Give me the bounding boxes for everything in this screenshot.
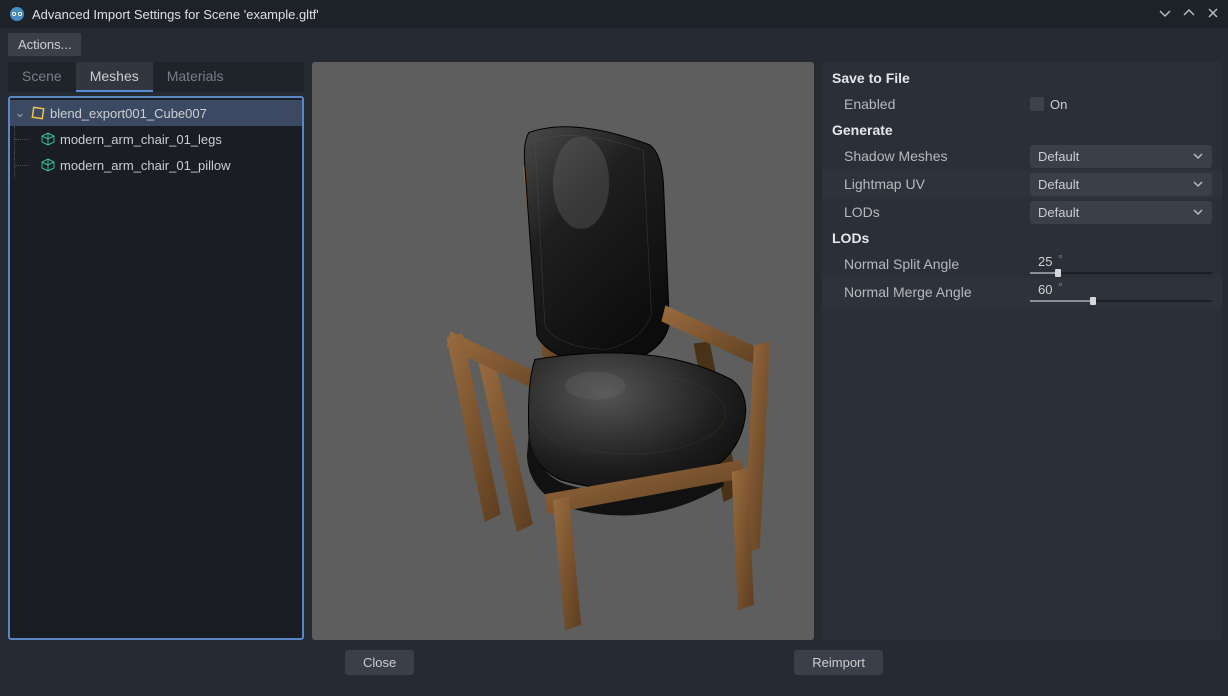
preview-chair: [312, 62, 814, 640]
close-icon[interactable]: [1206, 6, 1220, 23]
minimize-icon[interactable]: [1158, 6, 1172, 23]
enabled-value: On: [1050, 97, 1067, 112]
mesh-tree[interactable]: ⌄ blend_export001_Cube007 modern_arm_cha…: [8, 96, 304, 640]
app-logo-icon: [8, 5, 26, 23]
tab-scene[interactable]: Scene: [8, 62, 76, 92]
tab-materials[interactable]: Materials: [153, 62, 238, 92]
chevron-down-icon: [1192, 178, 1204, 190]
mesh-plane-icon: [30, 105, 46, 121]
tree-label: modern_arm_chair_01_pillow: [60, 158, 231, 173]
section-save-to-file: Save to File: [822, 66, 1222, 90]
tree-row-child[interactable]: modern_arm_chair_01_pillow: [10, 152, 302, 178]
mesh-cube-icon: [40, 157, 56, 173]
prop-normal-split: Normal Split Angle 25 °: [822, 250, 1222, 278]
mesh-cube-icon: [40, 131, 56, 147]
panel-tabs: Scene Meshes Materials: [8, 62, 304, 92]
prop-enabled: Enabled On: [822, 90, 1222, 118]
close-button[interactable]: Close: [345, 650, 414, 675]
tree-row-child[interactable]: modern_arm_chair_01_legs: [10, 126, 302, 152]
actions-button[interactable]: Actions...: [8, 33, 81, 56]
tree-label: blend_export001_Cube007: [50, 106, 207, 121]
section-lods: LODs: [822, 226, 1222, 250]
dialog-footer: Close Reimport: [0, 642, 1228, 696]
3d-viewport[interactable]: [312, 62, 814, 640]
tab-meshes[interactable]: Meshes: [76, 62, 153, 92]
maximize-icon[interactable]: [1182, 6, 1196, 23]
toolbar: Actions...: [0, 28, 1228, 60]
enabled-checkbox[interactable]: [1030, 97, 1044, 111]
prop-lods-gen: LODs Default: [822, 198, 1222, 226]
prop-shadow-meshes: Shadow Meshes Default: [822, 142, 1222, 170]
tree-label: modern_arm_chair_01_legs: [60, 132, 222, 147]
left-panel: Scene Meshes Materials ⌄ blend_export001…: [8, 62, 304, 640]
lods-gen-dropdown[interactable]: Default: [1030, 201, 1212, 224]
titlebar: Advanced Import Settings for Scene 'exam…: [0, 0, 1228, 28]
prop-label: LODs: [844, 204, 1030, 220]
prop-label: Shadow Meshes: [844, 148, 1030, 164]
prop-lightmap-uv: Lightmap UV Default: [822, 170, 1222, 198]
prop-label: Normal Split Angle: [844, 256, 1030, 272]
chevron-down-icon: [1192, 150, 1204, 162]
lightmap-uv-dropdown[interactable]: Default: [1030, 173, 1212, 196]
section-generate: Generate: [822, 118, 1222, 142]
shadow-meshes-dropdown[interactable]: Default: [1030, 145, 1212, 168]
prop-label: Lightmap UV: [844, 176, 1030, 192]
normal-split-slider[interactable]: 25 °: [1030, 252, 1212, 276]
prop-label: Enabled: [844, 96, 1030, 112]
normal-merge-slider[interactable]: 60 °: [1030, 280, 1212, 304]
tree-row-root[interactable]: ⌄ blend_export001_Cube007: [10, 100, 302, 126]
window-title: Advanced Import Settings for Scene 'exam…: [32, 7, 1152, 22]
prop-normal-merge: Normal Merge Angle 60 °: [822, 278, 1222, 306]
caret-down-icon[interactable]: ⌄: [14, 105, 26, 121]
chevron-down-icon: [1192, 206, 1204, 218]
reimport-button[interactable]: Reimport: [794, 650, 883, 675]
prop-label: Normal Merge Angle: [844, 284, 1030, 300]
inspector-panel: Save to File Enabled On Generate Shadow …: [822, 62, 1222, 640]
